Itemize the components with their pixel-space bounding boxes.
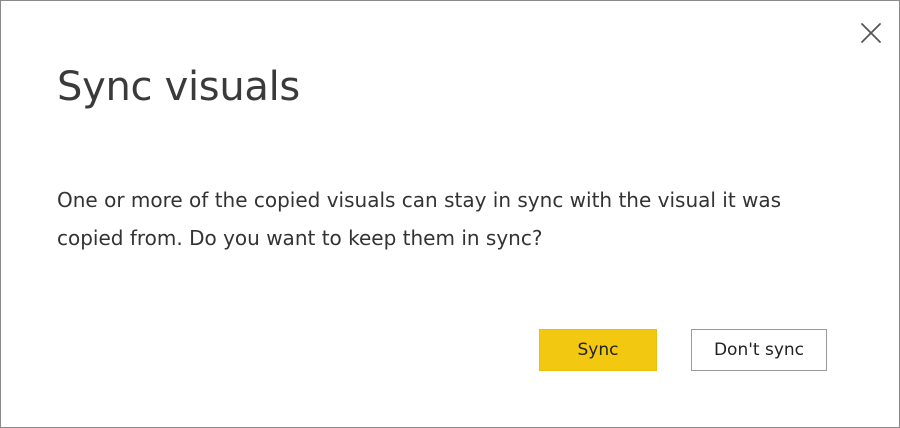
dialog-message: One or more of the copied visuals can st…: [57, 188, 782, 250]
dont-sync-button[interactable]: Don't sync: [691, 329, 827, 371]
close-button[interactable]: [855, 17, 887, 49]
sync-visuals-dialog: Sync visuals One or more of the copied v…: [0, 0, 900, 428]
dialog-title: Sync visuals: [57, 64, 300, 110]
sync-button[interactable]: Sync: [539, 329, 657, 371]
close-icon: [861, 23, 881, 43]
